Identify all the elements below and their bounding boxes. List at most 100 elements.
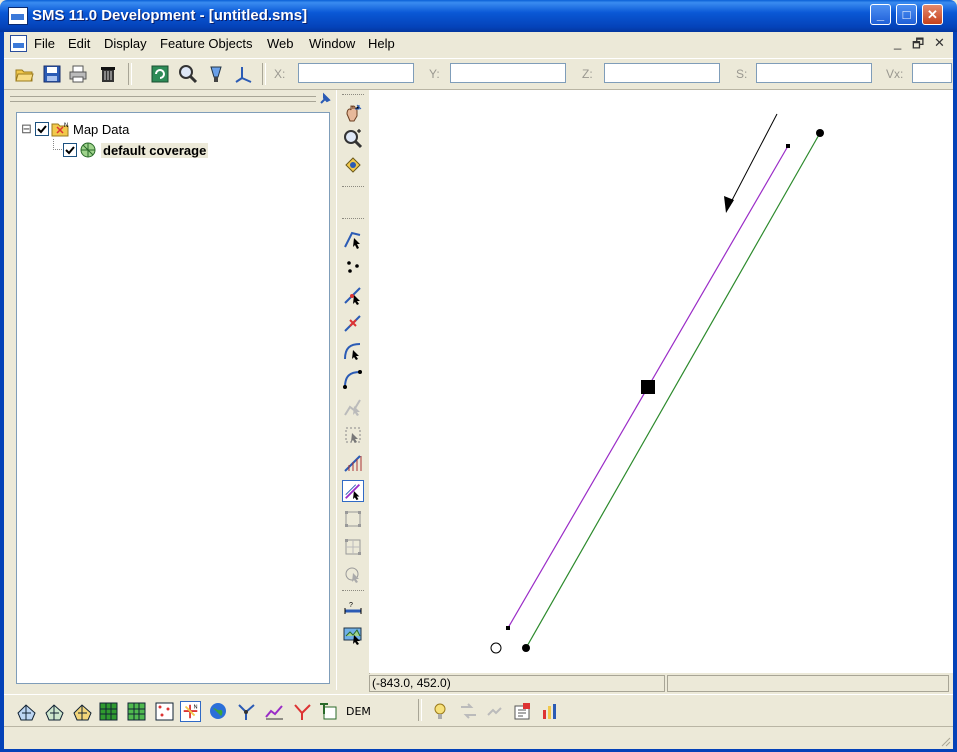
cursor-circle-marker [490,642,502,654]
measure-tool-icon[interactable]: ? [342,598,364,620]
z-coord-field[interactable] [604,63,720,83]
toolbar-separator [128,63,132,85]
zoom-tool-icon[interactable] [342,128,364,150]
scatter-module-icon[interactable] [72,701,93,722]
arc-vertex-marker[interactable] [786,144,790,148]
project-tree[interactable]: ⊟ N Map Data default coverage [16,112,330,684]
open-folder-icon[interactable] [14,64,34,84]
mdi-restore-button[interactable]: 🗗 [912,35,924,57]
feature-node[interactable] [522,644,530,652]
tree-label-map-data: Map Data [73,122,130,137]
create-vertex-icon[interactable] [342,312,364,334]
graphics-window[interactable] [369,90,953,673]
toolbar-grip [342,94,364,97]
axes-icon[interactable] [234,64,254,84]
create-feature-point-icon[interactable] [342,256,364,278]
map-data-folder-icon: N [51,123,69,137]
x-coord-field[interactable] [298,63,414,83]
status-row: (-843.0, 452.0) [369,674,953,694]
display-options-icon[interactable] [206,64,226,84]
tree-node-default-coverage[interactable]: default coverage [63,141,263,159]
maximize-button[interactable]: □ [896,4,917,25]
quadtree-module-icon[interactable] [292,701,313,722]
raster-module-icon[interactable] [318,701,339,722]
resize-grip-icon[interactable] [939,735,951,747]
toolbar-grip [342,218,364,221]
print-icon[interactable] [68,64,88,84]
gis-module-icon[interactable] [208,701,229,722]
map-select-tool-icon[interactable] [342,624,364,646]
scatter-point-module-icon[interactable] [154,701,175,722]
pan-tool-icon[interactable] [342,102,364,124]
vx-coord-label: Vx: [886,67,904,81]
save-icon[interactable] [42,64,62,84]
mesh-module-alt-icon[interactable] [44,701,65,722]
svg-text:?: ? [349,602,353,609]
pin-icon[interactable] [318,92,332,106]
menu-window[interactable]: Window [309,36,355,51]
document-icon[interactable] [10,35,27,52]
menu-display[interactable]: Display [104,36,147,51]
select-arc-icon[interactable] [342,340,364,362]
arc-vertex-marker[interactable] [506,626,510,630]
particle-module-icon[interactable] [236,701,257,722]
create-rows-icon[interactable] [342,452,364,474]
y-coord-field[interactable] [450,63,566,83]
mdi-close-button[interactable]: ✕ [934,35,945,51]
panel-grip[interactable] [10,96,316,102]
svg-text:N: N [194,704,198,710]
light-bulb-icon[interactable] [430,701,451,722]
disabled-link-icon [487,707,502,716]
y-coord-label: Y: [429,67,440,81]
checkbox-checked-icon[interactable] [63,143,77,157]
delete-trash-icon[interactable] [98,64,118,84]
create-arc-icon[interactable] [342,368,364,390]
coverage-icon [80,142,96,158]
menu-feature-objects[interactable]: Feature Objects [160,36,253,51]
select-feature-point-icon[interactable] [342,228,364,250]
close-button[interactable]: ✕ [922,4,943,25]
dem-module-label[interactable]: DEM [346,705,371,718]
vx-coord-field[interactable] [912,63,952,83]
menu-edit[interactable]: Edit [68,36,90,51]
properties-icon[interactable] [512,701,533,722]
checkbox-checked-icon[interactable] [35,122,49,136]
menu-help[interactable]: Help [368,36,395,51]
cartesian-grid-module-icon[interactable] [98,701,119,722]
disabled-transfer-icon [461,703,476,719]
chart-statistics-icon[interactable] [540,701,561,722]
collapse-icon[interactable]: ⊟ [21,121,32,137]
select-polygon-icon[interactable] [342,424,364,446]
rotate-tool-icon[interactable] [342,154,364,176]
selected-arc-midpoint-marker[interactable] [641,380,655,394]
z-coord-label: Z: [582,67,593,81]
s-coord-field[interactable] [756,63,872,83]
s-coord-label: S: [736,67,748,81]
green-feature-arc[interactable] [525,132,821,649]
vertical-tool-strip: ? [336,90,370,690]
curvilinear-grid-module-icon[interactable] [126,701,147,722]
minimize-button[interactable]: _ [870,4,891,25]
title-bar: SMS 11.0 Development - [untitled.sms] _ … [0,0,957,32]
module-toolbar: N DEM [4,694,953,727]
tree-node-map-data[interactable]: ⊟ N Map Data [21,121,221,139]
map-module-icon[interactable]: N [180,701,201,722]
mesh-module-icon[interactable] [16,701,37,722]
map-canvas[interactable] [369,90,953,673]
tree-label-default-coverage: default coverage [101,143,209,158]
toolbar-separator [262,63,266,85]
window-status-bar [4,726,953,749]
refresh-icon[interactable] [150,64,170,84]
active-arc-tool-icon[interactable] [342,480,364,502]
menu-web[interactable]: Web [267,36,294,51]
window-frame-right [953,32,957,752]
frame-zoom-icon[interactable] [178,64,198,84]
feature-node[interactable] [816,129,824,137]
menu-file[interactable]: File [34,36,55,51]
sms-app-icon[interactable] [8,7,28,25]
mdi-minimize-button[interactable]: _ [894,35,901,50]
select-arc-group-icon[interactable] [342,396,364,418]
1d-grid-module-icon[interactable] [264,701,285,722]
toolbar-grip [342,590,364,593]
select-vertex-icon[interactable] [342,284,364,306]
